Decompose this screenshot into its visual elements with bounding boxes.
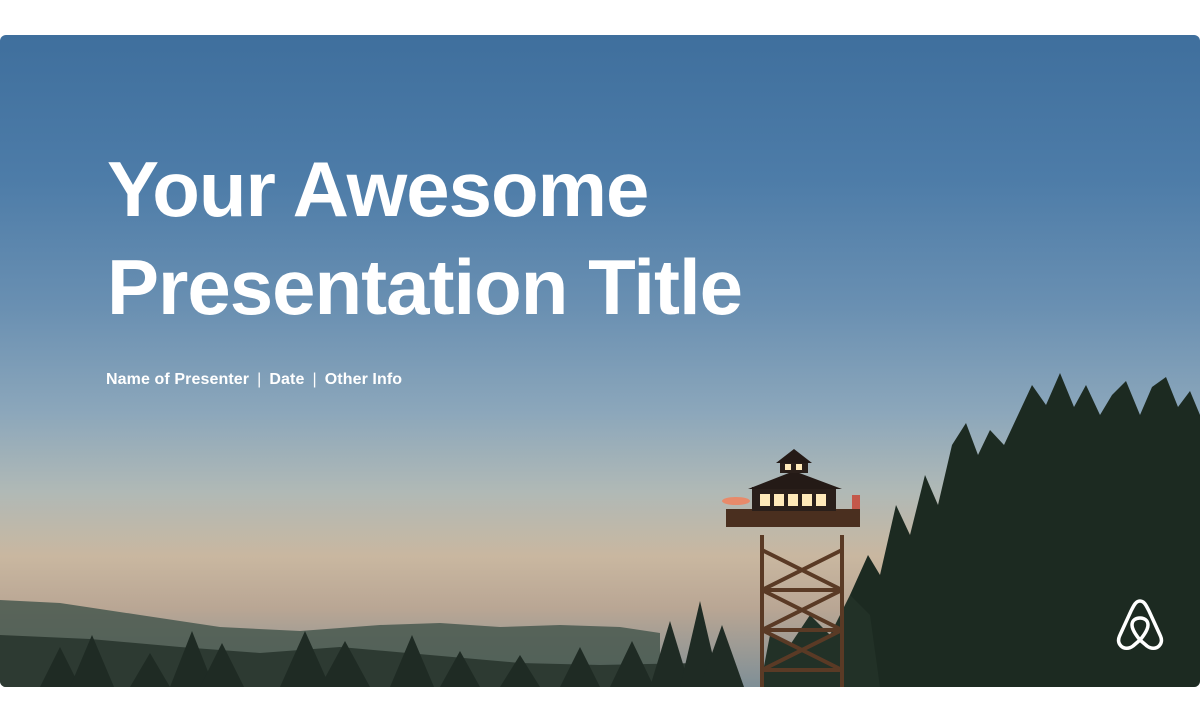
slide-subtitle: Name of Presenter | Date | Other Info <box>106 371 402 389</box>
slide-title-line-2: Presentation Title <box>107 243 743 331</box>
slide-title-line-1: Your Awesome <box>107 145 649 233</box>
landscape-background <box>0 373 1200 687</box>
presenter-name: Name of Presenter <box>106 371 250 388</box>
subtitle-separator: | <box>312 371 317 388</box>
presentation-slide: Your Awesome Presentation Title Name of … <box>0 35 1200 687</box>
airbnb-logo-icon <box>1116 599 1164 650</box>
subtitle-separator: | <box>257 371 262 388</box>
presentation-date: Date <box>269 371 305 388</box>
tower-cabin <box>722 449 860 527</box>
other-info: Other Info <box>324 371 403 388</box>
slide-title: Your Awesome Presentation Title <box>107 140 743 336</box>
